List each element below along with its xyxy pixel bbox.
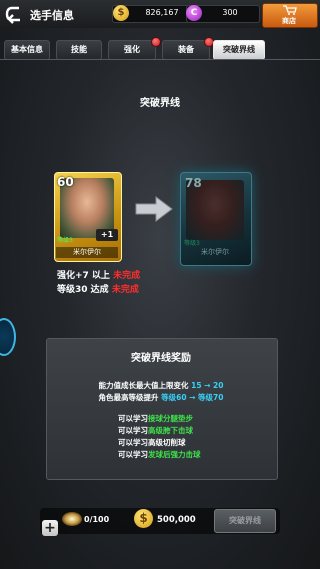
player-name: 米尔伊尔 bbox=[56, 247, 118, 258]
breakthrough-button[interactable]: 突破界线 bbox=[214, 509, 276, 533]
tab-equipment[interactable]: 装备 bbox=[162, 40, 210, 60]
right-arrow-icon bbox=[135, 196, 173, 222]
section-title: 突破界线 bbox=[140, 98, 180, 109]
gold-cost: 500,000 bbox=[157, 515, 196, 525]
coin-icon: $ bbox=[113, 5, 129, 21]
reward-skill: 可以学习高级胯下击球 bbox=[118, 426, 193, 435]
reward-skill: 可以学习发球后强力击球 bbox=[118, 450, 201, 459]
reward-level-line: 角色最高等级提升 等级60 → 等级70 bbox=[98, 393, 224, 402]
reward-title: 突破界线奖励 bbox=[131, 353, 191, 364]
cart-icon bbox=[283, 5, 297, 15]
tab-enhance[interactable]: 强化 bbox=[108, 40, 156, 60]
reward-skill: 可以学习接球分腿垫步 bbox=[118, 414, 193, 423]
tab-basic-info[interactable]: 基本信息 bbox=[4, 40, 50, 60]
gem-amount: 300 bbox=[222, 8, 238, 17]
tab-skills[interactable]: 技能 bbox=[56, 40, 102, 60]
material-count: 0/100 bbox=[84, 515, 110, 524]
card-rating-preview: 78 bbox=[185, 176, 202, 190]
player-name-preview: 米尔伊尔 bbox=[201, 248, 229, 256]
coin-icon: $ bbox=[134, 509, 153, 528]
tab-divider bbox=[0, 59, 320, 60]
shop-label: 商店 bbox=[282, 17, 296, 25]
gem-icon: C bbox=[186, 5, 202, 21]
requirement-enhance: 强化+7 以上 未完成 bbox=[57, 271, 141, 281]
coin-amount: 826,167 bbox=[145, 8, 179, 17]
notification-badge bbox=[151, 37, 161, 47]
back-arrow-icon[interactable] bbox=[4, 3, 26, 25]
card-rating: 60 bbox=[57, 175, 74, 189]
card-level: 等级3 bbox=[57, 237, 73, 244]
tab-breakthrough[interactable]: 突破界线 bbox=[213, 40, 265, 60]
side-menu-toggle[interactable] bbox=[0, 318, 16, 356]
requirement-level: 等级30 达成 未完成 bbox=[57, 285, 139, 295]
add-material-button[interactable]: + bbox=[42, 520, 58, 536]
enhance-level-badge: +1 bbox=[96, 229, 118, 241]
card-level-preview: 等级3 bbox=[184, 240, 200, 247]
ring-material-icon bbox=[62, 512, 82, 526]
reward-skill: 可以学习高级切削球 bbox=[118, 438, 186, 447]
page-title: 选手信息 bbox=[30, 9, 74, 22]
reward-growth-line: 能力值成长最大值上限变化 15 → 20 bbox=[98, 381, 224, 390]
